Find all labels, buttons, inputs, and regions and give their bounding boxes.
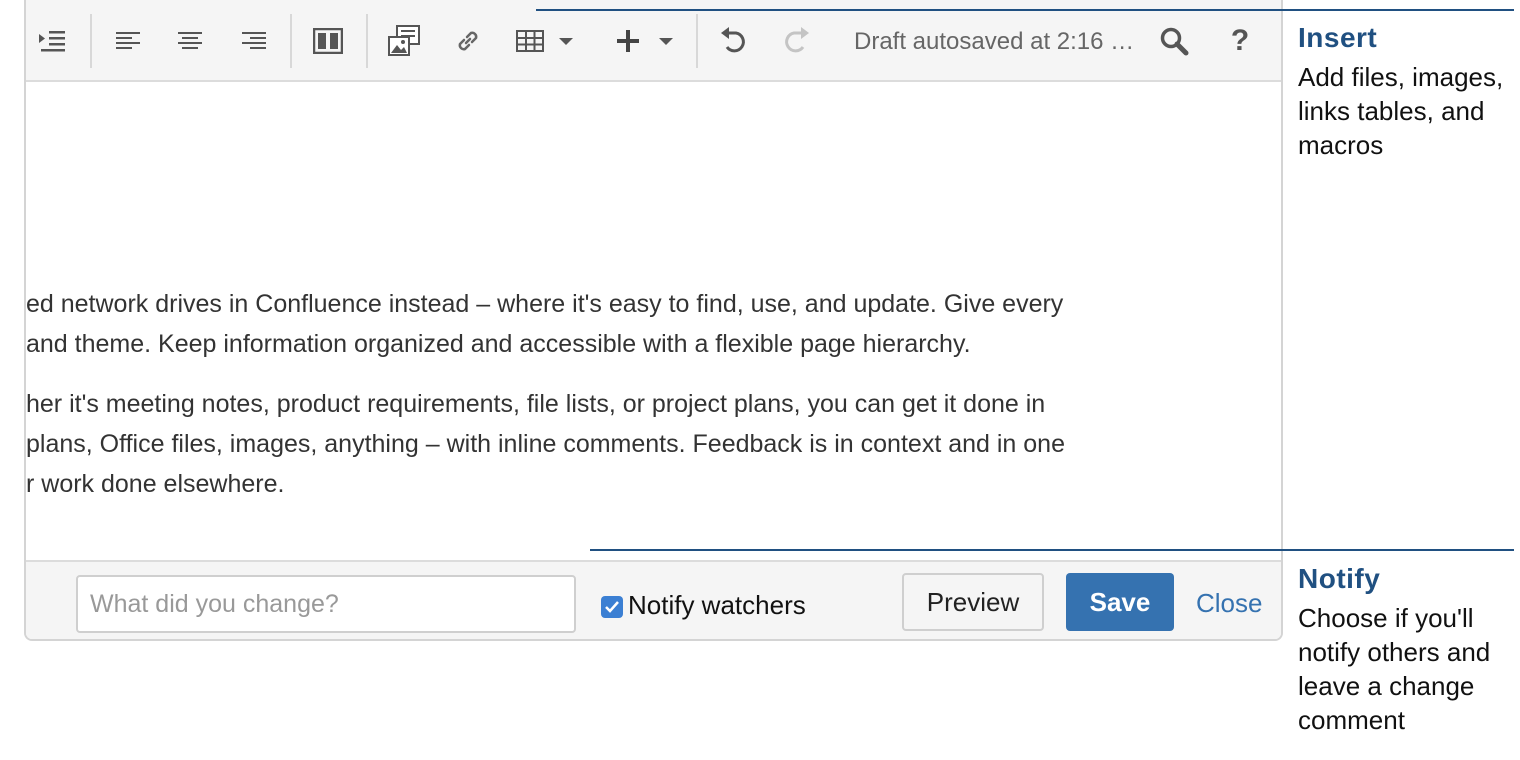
search-icon[interactable] (1156, 22, 1192, 60)
notify-tip-body: Choose if you'll notify others and leave… (1298, 603, 1491, 735)
notify-watchers-checkbox[interactable] (601, 596, 623, 618)
undo-icon[interactable] (716, 22, 752, 60)
content-line: ed network drives in Confluence instead … (26, 290, 1064, 318)
toolbar-separator (90, 14, 92, 68)
align-left-icon[interactable] (110, 22, 146, 60)
insert-more-plus-icon[interactable] (610, 22, 646, 60)
save-button[interactable]: Save (1066, 573, 1174, 631)
preview-button[interactable]: Preview (902, 573, 1044, 631)
link-icon[interactable] (450, 22, 486, 60)
notify-tip-title: Notify (1298, 563, 1381, 594)
insert-files-icon[interactable] (384, 22, 424, 60)
content-line: her it's meeting notes, product requirem… (26, 390, 1046, 418)
align-center-icon[interactable] (172, 22, 208, 60)
insert-guide-line (536, 9, 1514, 11)
page-layout-icon[interactable] (310, 22, 346, 60)
toolbar-separator (290, 14, 292, 68)
content-line: plans, Office files, images, anything – … (26, 430, 1065, 458)
toolbar-separator (696, 14, 698, 68)
align-right-icon[interactable] (236, 22, 272, 60)
notify-guide-line (590, 549, 1514, 551)
editor-footer: Notify watchers Preview Save Close (26, 560, 1281, 639)
insert-tip-body: Add files, images, links tables, and mac… (1298, 62, 1504, 160)
editor-frame: Draft autosaved at 2:16 … ? ed network d… (24, 0, 1283, 641)
table-icon[interactable] (512, 22, 548, 60)
autosave-status: Draft autosaved at 2:16 … (854, 28, 1135, 55)
editor-content[interactable]: ed network drives in Confluence instead … (26, 82, 1281, 560)
insert-more-chevron-down-icon[interactable] (656, 22, 676, 60)
redo-icon[interactable] (778, 22, 814, 60)
insert-tip-title: Insert (1298, 22, 1378, 53)
close-link[interactable]: Close (1196, 588, 1262, 619)
toolbar-separator (366, 14, 368, 68)
indent-icon[interactable] (34, 22, 70, 60)
content-line: r work done elsewhere. (26, 470, 285, 498)
change-comment-input[interactable] (76, 575, 576, 633)
notify-watchers-label[interactable]: Notify watchers (628, 590, 806, 621)
content-line: and theme. Keep information organized an… (26, 330, 971, 358)
help-question-icon[interactable]: ? (1222, 22, 1258, 60)
editor-toolbar: Draft autosaved at 2:16 … ? (26, 0, 1281, 82)
table-dropdown-chevron-down-icon[interactable] (556, 22, 576, 60)
